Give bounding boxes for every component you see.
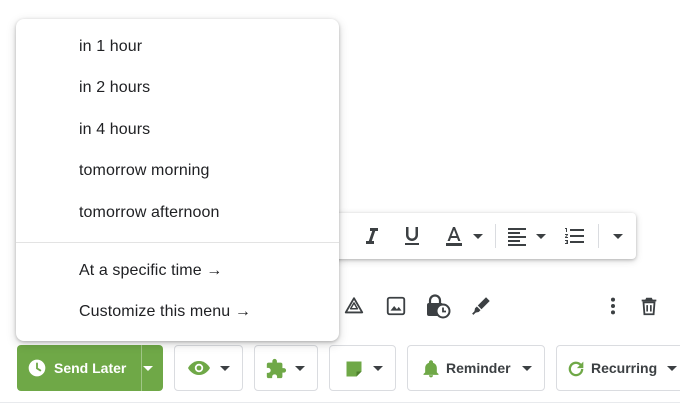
note-icon [346, 361, 362, 377]
chevron-down-icon[interactable] [143, 366, 153, 371]
send-later-label: Send Later [54, 360, 127, 376]
chevron-down-icon [220, 366, 230, 371]
templates-button[interactable] [329, 345, 396, 391]
menu-item-label: tomorrow morning [79, 162, 210, 179]
tracking-button[interactable] [174, 345, 243, 391]
refresh-icon [568, 361, 584, 377]
toolbar-divider [495, 224, 496, 248]
photo-icon[interactable] [385, 295, 407, 317]
drive-icon[interactable] [343, 295, 365, 317]
menu-item-in-2-hours[interactable]: in 2 hours [16, 70, 339, 108]
formatting-toolbar [300, 213, 636, 259]
bell-icon [423, 360, 439, 378]
chevron-down-icon [536, 234, 546, 239]
text-color-icon [446, 227, 462, 246]
align-button[interactable] [505, 224, 549, 248]
numbered-list-button[interactable] [563, 224, 587, 248]
menu-divider [16, 242, 339, 243]
menu-item-label: in 4 hours [79, 121, 151, 138]
recurring-label: Recurring [591, 360, 658, 376]
underline-button[interactable] [400, 224, 424, 248]
menu-item-customize-menu[interactable]: Customize this menu → [16, 294, 339, 332]
text-color-button[interactable] [442, 224, 486, 248]
italic-icon [366, 228, 378, 244]
chevron-down-icon [373, 366, 383, 371]
reminder-button[interactable]: Reminder [407, 345, 545, 391]
menu-item-label: tomorrow afternoon [79, 204, 220, 221]
toolbar-divider [598, 224, 599, 248]
chevron-down-icon [473, 234, 483, 239]
send-later-split [141, 345, 142, 391]
italic-button[interactable] [360, 224, 384, 248]
menu-item-tomorrow-afternoon[interactable]: tomorrow afternoon [16, 195, 339, 233]
align-icon [508, 228, 526, 246]
reminder-label: Reminder [446, 360, 511, 376]
send-later-menu: in 1 hour in 2 hours in 4 hours tomorrow… [16, 19, 339, 341]
menu-item-label: in 2 hours [79, 79, 151, 96]
underline-icon [405, 227, 419, 245]
trash-icon[interactable] [638, 295, 660, 317]
more-options-icon[interactable] [603, 295, 623, 317]
extensions-button[interactable] [254, 345, 318, 391]
send-later-button[interactable]: Send Later [17, 345, 163, 391]
menu-item-label: in 1 hour [79, 38, 143, 55]
signature-icon[interactable] [470, 295, 492, 317]
menu-item-label: Customize this menu → [79, 303, 251, 320]
eye-icon [188, 361, 210, 375]
menu-item-in-1-hour[interactable]: in 1 hour [16, 29, 339, 67]
menu-item-in-4-hours[interactable]: in 4 hours [16, 112, 339, 150]
puzzle-icon [266, 358, 287, 379]
clock-icon [28, 359, 46, 377]
numbered-list-icon [565, 228, 584, 244]
chevron-down-icon [295, 366, 305, 371]
recurring-button[interactable]: Recurring [556, 345, 680, 391]
menu-item-specific-time[interactable]: At a specific time → [16, 253, 339, 291]
menu-item-tomorrow-morning[interactable]: tomorrow morning [16, 153, 339, 191]
more-formatting-icon [613, 234, 623, 239]
chevron-down-icon [522, 366, 532, 371]
confidential-mode-icon[interactable] [425, 293, 451, 319]
chevron-down-icon [667, 366, 677, 371]
menu-item-label: At a specific time → [79, 262, 223, 279]
more-formatting-button[interactable] [606, 224, 630, 248]
divider [0, 402, 680, 403]
